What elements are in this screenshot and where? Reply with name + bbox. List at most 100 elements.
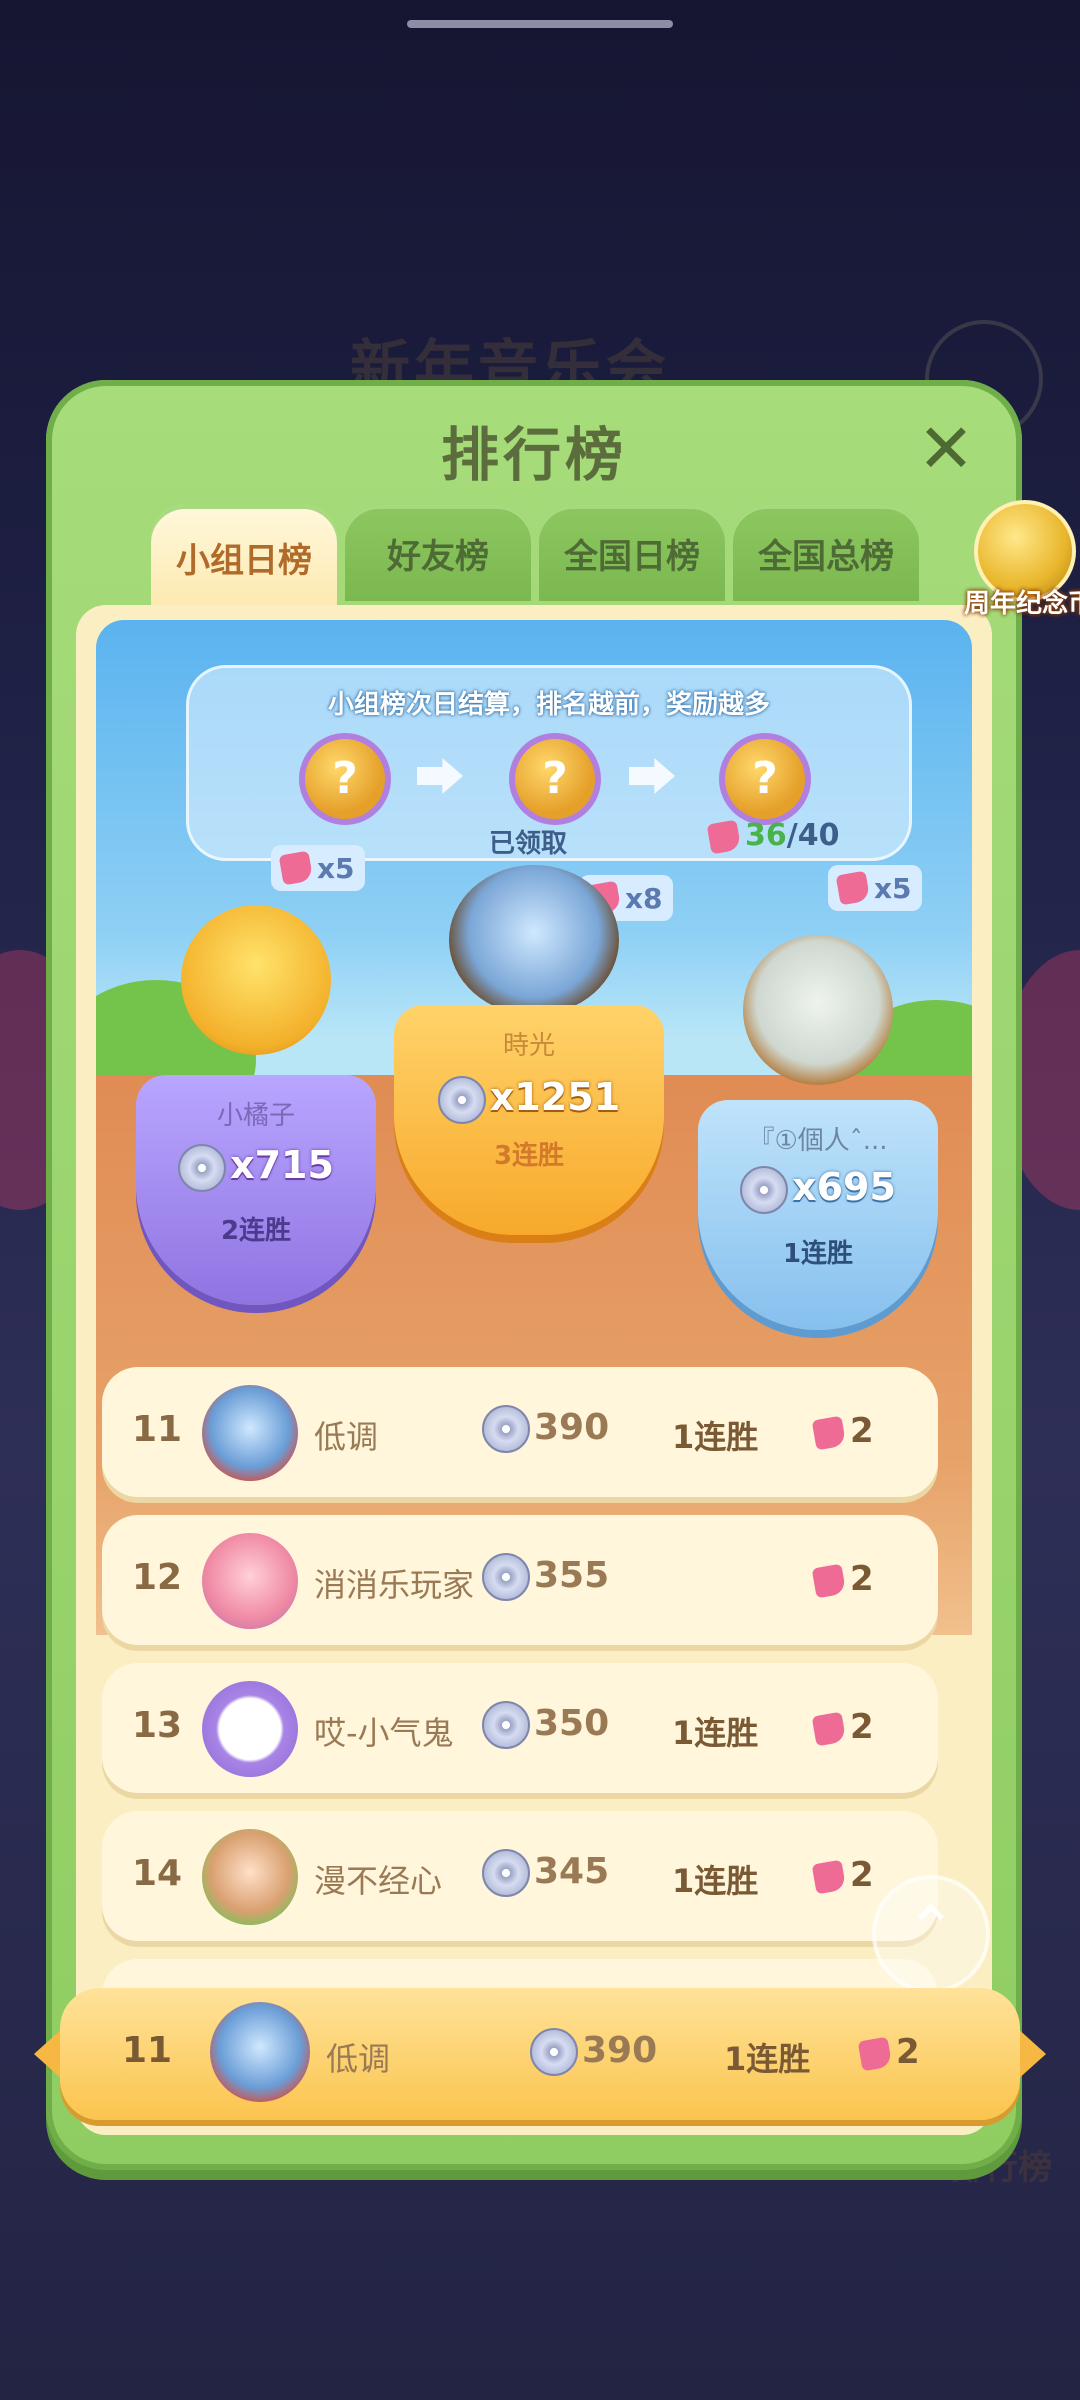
tab-national-daily[interactable]: 全国日榜 bbox=[539, 505, 725, 601]
anniversary-coin-label: 周年纪念币 bbox=[963, 589, 1080, 619]
row-hearts: 2 bbox=[811, 1559, 874, 1599]
disc-icon bbox=[482, 1701, 530, 1749]
heart-icon bbox=[706, 819, 742, 854]
row-name: 低调 bbox=[314, 1418, 379, 1456]
row-rank: 14 bbox=[132, 1853, 183, 1894]
second-name: 小橘子 bbox=[216, 1101, 295, 1131]
podium-second[interactable]: x5 小橘子 x715 2连胜 bbox=[121, 845, 381, 1305]
first-score: x1251 bbox=[394, 1075, 664, 1124]
row-points: 350 bbox=[482, 1701, 609, 1749]
list-item[interactable]: 14 漫不经心 345 1连胜 2 bbox=[102, 1811, 938, 1941]
second-streak: 2连胜 bbox=[220, 1216, 292, 1246]
row-points-value: 355 bbox=[534, 1555, 610, 1596]
third-name: 『①個人ˆ... bbox=[748, 1126, 888, 1156]
disc-icon bbox=[437, 1075, 486, 1124]
anniversary-coin-button[interactable]: 周年纪念币 bbox=[954, 495, 1080, 625]
tab-group-daily[interactable]: 小组日榜 bbox=[151, 505, 337, 609]
reward-mystery-1-icon[interactable]: ? bbox=[299, 733, 391, 825]
row-points: 390 bbox=[482, 1405, 609, 1453]
leaderboard-panel: 排行榜 ✕ 小组日榜 好友榜 全国日榜 全国总榜 小组榜次日结算，排名越前，奖励… bbox=[46, 380, 1080, 2170]
row-avatar bbox=[202, 1829, 298, 1925]
third-avatar bbox=[743, 935, 893, 1085]
row-points: 355 bbox=[482, 1553, 609, 1601]
reward-progress: 36/40 bbox=[706, 818, 840, 854]
my-points-value: 390 bbox=[582, 2030, 658, 2071]
list-item[interactable]: 12 消消乐玩家 355 2 bbox=[102, 1515, 938, 1645]
my-points: 390 bbox=[530, 2028, 657, 2076]
first-bubble-count: x8 bbox=[625, 881, 663, 915]
close-icon[interactable]: ✕ bbox=[911, 415, 981, 485]
disc-icon bbox=[482, 1849, 530, 1897]
row-avatar bbox=[202, 1681, 298, 1777]
heart-icon bbox=[811, 1711, 847, 1746]
row-streak: 1连胜 bbox=[672, 1862, 759, 1900]
scroll-to-top-button[interactable]: ⌃ bbox=[872, 1875, 990, 1993]
heart-icon bbox=[857, 2036, 893, 2071]
progress-total: /40 bbox=[786, 818, 840, 853]
row-rank: 12 bbox=[132, 1557, 183, 1598]
third-streak: 1连胜 bbox=[782, 1239, 854, 1269]
third-bubble-count: x5 bbox=[874, 871, 912, 905]
disc-icon bbox=[482, 1553, 530, 1601]
list-item[interactable]: 11 低调 390 1连胜 2 bbox=[102, 1367, 938, 1497]
row-name: 漫不经心 bbox=[314, 1862, 443, 1900]
disc-icon bbox=[482, 1405, 530, 1453]
progress-current: 36 bbox=[745, 818, 787, 853]
status-handle bbox=[407, 20, 673, 28]
tab-friends[interactable]: 好友榜 bbox=[345, 505, 531, 601]
list-item[interactable]: 13 哎-小气鬼 350 1连胜 2 bbox=[102, 1663, 938, 1793]
row-hearts-value: 2 bbox=[850, 1411, 874, 1451]
heart-icon bbox=[835, 870, 871, 906]
heart-icon bbox=[811, 1415, 847, 1450]
reward-info-box: 小组榜次日结算，排名越前，奖励越多 ? ? ? 已领取 36/40 bbox=[186, 665, 912, 861]
row-rank: 13 bbox=[132, 1705, 183, 1746]
disc-icon bbox=[178, 1143, 227, 1192]
my-name: 低调 bbox=[326, 2040, 391, 2078]
podium-first[interactable]: x8 時光 x1251 3连胜 bbox=[394, 835, 674, 1315]
third-score-value: x695 bbox=[792, 1165, 896, 1209]
reward-info-text: 小组榜次日结算，排名越前，奖励越多 bbox=[327, 690, 770, 720]
leaderboard-content: 小组榜次日结算，排名越前，奖励越多 ? ? ? 已领取 36/40 x5 小橘子… bbox=[76, 605, 992, 2135]
disc-icon bbox=[740, 1165, 789, 1214]
row-name: 消消乐玩家 bbox=[314, 1566, 475, 1604]
third-heart-bubble: x5 bbox=[828, 865, 922, 911]
first-avatar bbox=[449, 865, 619, 1015]
row-rank: 11 bbox=[132, 1409, 183, 1450]
reward-mystery-2-icon[interactable]: ? bbox=[509, 733, 601, 825]
chevron-up-icon: ⌃ bbox=[905, 1894, 957, 1964]
my-rank-row[interactable]: 11 低调 390 1连胜 2 bbox=[34, 1988, 1046, 2120]
arrow-right-icon bbox=[417, 758, 463, 794]
second-bubble-count: x5 bbox=[317, 851, 355, 885]
row-streak: 1连胜 bbox=[672, 1714, 759, 1752]
heart-icon bbox=[278, 850, 314, 886]
row-points-value: 390 bbox=[534, 1407, 610, 1448]
my-hearts-value: 2 bbox=[896, 2032, 920, 2072]
second-score-value: x715 bbox=[230, 1143, 334, 1187]
second-avatar bbox=[181, 905, 331, 1055]
row-hearts-value: 2 bbox=[850, 1559, 874, 1599]
row-hearts-value: 2 bbox=[850, 1855, 874, 1895]
first-name: 時光 bbox=[502, 1031, 555, 1061]
my-streak: 1连胜 bbox=[724, 2040, 811, 2078]
arrow-right-icon bbox=[629, 758, 675, 794]
heart-icon bbox=[811, 1859, 847, 1894]
row-points: 345 bbox=[482, 1849, 609, 1897]
row-streak: 1连胜 bbox=[672, 1418, 759, 1456]
reward-mystery-3-icon[interactable]: ? bbox=[719, 733, 811, 825]
first-score-value: x1251 bbox=[489, 1075, 621, 1119]
my-rank: 11 bbox=[122, 2030, 173, 2071]
heart-icon bbox=[811, 1563, 847, 1598]
podium-third[interactable]: x5 『①個人ˆ... x695 1连胜 bbox=[688, 865, 948, 1335]
row-name: 哎-小气鬼 bbox=[314, 1714, 454, 1752]
row-points-value: 350 bbox=[534, 1703, 610, 1744]
row-hearts-value: 2 bbox=[850, 1707, 874, 1747]
row-hearts: 2 bbox=[811, 1411, 874, 1451]
row-hearts: 2 bbox=[811, 1855, 874, 1895]
row-points-value: 345 bbox=[534, 1851, 610, 1892]
my-hearts: 2 bbox=[857, 2032, 920, 2072]
tab-bar: 小组日榜 好友榜 全国日榜 全国总榜 bbox=[151, 505, 919, 609]
tab-national-total[interactable]: 全国总榜 bbox=[733, 505, 919, 601]
second-score: x715 bbox=[136, 1143, 376, 1192]
my-rank-body: 11 低调 390 1连胜 2 bbox=[60, 1988, 1020, 2120]
panel-title: 排行榜 bbox=[440, 421, 627, 489]
